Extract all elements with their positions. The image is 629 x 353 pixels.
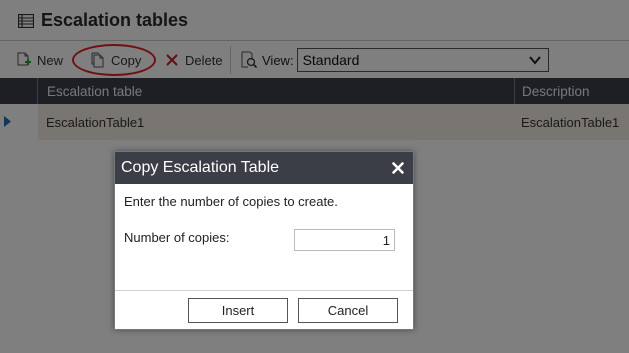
copies-field-label: Number of copies: [124,230,230,245]
copies-input[interactable] [294,229,395,251]
dialog-title: Copy Escalation Table [121,159,280,176]
close-icon[interactable] [391,161,405,175]
dialog-header: Copy Escalation Table [115,152,413,184]
dialog-message: Enter the number of copies to create. [124,194,338,209]
page: Escalation tables New Copy [0,0,629,353]
dialog-footer-divider [115,290,413,291]
cancel-button[interactable]: Cancel [298,298,398,323]
insert-button[interactable]: Insert [188,298,288,323]
copy-escalation-dialog: Copy Escalation Table Enter the number o… [114,151,414,330]
